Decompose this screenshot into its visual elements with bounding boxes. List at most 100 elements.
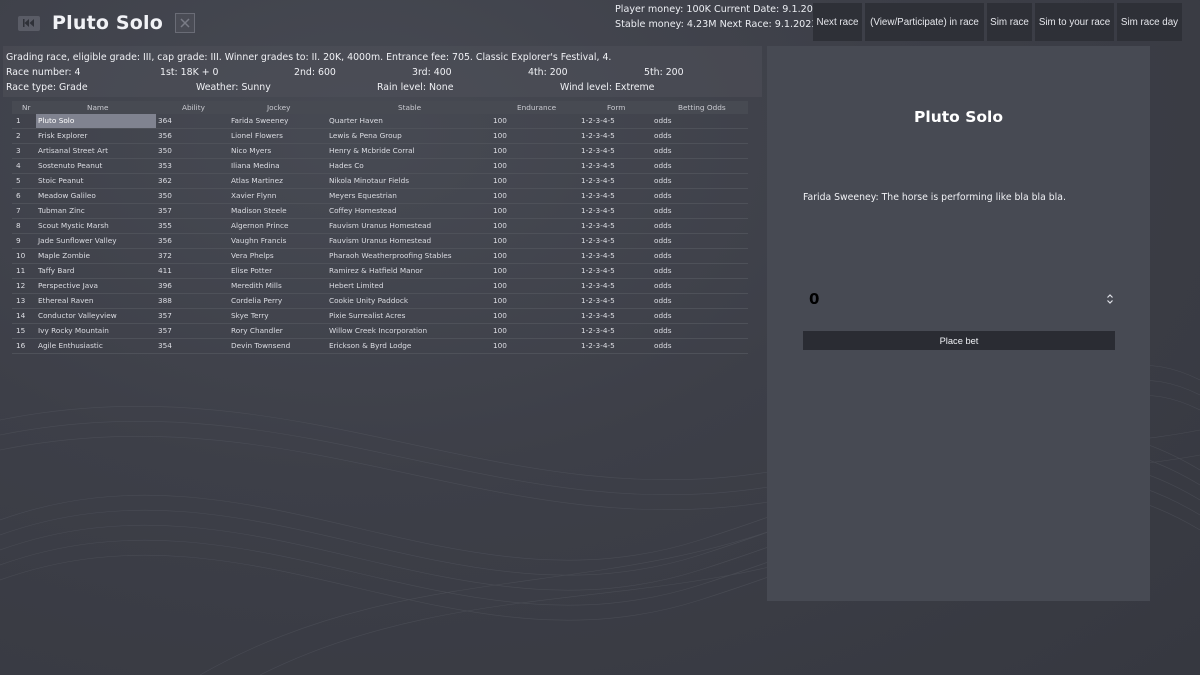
cell-endurance: 100	[493, 146, 507, 155]
cell-ability: 396	[158, 281, 172, 290]
rewind-icon	[23, 19, 34, 27]
cell-betting-odds: odds	[654, 206, 672, 215]
table-row[interactable]: 6 Meadow Galileo 350 Xavier Flynn Meyers Equ…	[12, 189, 748, 204]
cell-jockey: Xavier Flynn	[231, 191, 277, 200]
col-header-nr: Nr	[22, 103, 31, 112]
cell-betting-odds: odds	[654, 266, 672, 275]
sim-race-day-button[interactable]: Sim race day	[1117, 3, 1182, 41]
cell-jockey: Iliana Medina	[231, 161, 280, 170]
col-header-form: Form	[607, 103, 626, 112]
cell-ability: 356	[158, 131, 172, 140]
cell-stable: Pixie Surrealist Acres	[329, 311, 406, 320]
cell-jockey: Skye Terry	[231, 311, 269, 320]
bet-amount-input[interactable]: 0	[809, 290, 819, 308]
cell-jockey: Lionel Flowers	[231, 131, 283, 140]
table-row[interactable]: 14 Conductor Valleyview 357 Skye Terry Pixie…	[12, 309, 748, 324]
table-row[interactable]: 3 Artisanal Street Art 350 Nico Myers Henry …	[12, 144, 748, 159]
close-icon	[180, 18, 190, 28]
cell-stable: Nikola Minotaur Fields	[329, 176, 410, 185]
cell-jockey: Algernon Prince	[231, 221, 289, 230]
cell-endurance: 100	[493, 251, 507, 260]
table-row[interactable]: 11 Taffy Bard 411 Elise Potter Ramirez & Hat…	[12, 264, 748, 279]
table-row[interactable]: 2 Frisk Explorer 356 Lionel Flowers Lewis & …	[12, 129, 748, 144]
cell-ability: 350	[158, 191, 172, 200]
cell-betting-odds: odds	[654, 221, 672, 230]
cell-stable: Fauvism Uranus Homestead	[329, 236, 432, 245]
cell-form: 1-2-3-4-5	[581, 251, 615, 260]
table-row[interactable]: 12 Perspective Java 396 Meredith Mills Heber…	[12, 279, 748, 294]
cell-jockey: Rory Chandler	[231, 326, 283, 335]
cell-ability: 350	[158, 146, 172, 155]
cell-form: 1-2-3-4-5	[581, 131, 615, 140]
table-row[interactable]: 13 Ethereal Raven 388 Cordelia Perry Cookie …	[12, 294, 748, 309]
cell-endurance: 100	[493, 161, 507, 170]
back-button[interactable]	[18, 15, 40, 31]
race-description: Grading race, eligible grade: III, cap g…	[6, 52, 612, 63]
cell-nr: 3	[16, 146, 21, 155]
col-header-jockey: Jockey	[267, 103, 291, 112]
cell-ability: 356	[158, 236, 172, 245]
table-row[interactable]: 9 Jade Sunflower Valley 356 Vaughn Francis F…	[12, 234, 748, 249]
place-bet-button[interactable]: Place bet	[803, 331, 1115, 350]
cell-ability: 357	[158, 206, 172, 215]
table-row[interactable]: 15 Ivy Rocky Mountain 357 Rory Chandler Will…	[12, 324, 748, 339]
sim-race-button[interactable]: Sim race	[987, 3, 1032, 41]
cell-endurance: 100	[493, 236, 507, 245]
cell-stable: Lewis & Pena Group	[329, 131, 402, 140]
cell-stable: Ramirez & Hatfield Manor	[329, 266, 423, 275]
cell-endurance: 100	[493, 341, 507, 350]
next-race-button[interactable]: Next race	[813, 3, 862, 41]
rain-level: Rain level: None	[377, 82, 454, 93]
cell-stable: Quarter Haven	[329, 116, 383, 125]
col-header-endurance: Endurance	[517, 103, 557, 112]
cell-betting-odds: odds	[654, 191, 672, 200]
cell-form: 1-2-3-4-5	[581, 311, 615, 320]
prize-fourth: 4th: 200	[528, 67, 568, 78]
cell-name: Taffy Bard	[38, 266, 75, 275]
table-row[interactable]: 16 Agile Enthusiastic 354 Devin Townsend Eri…	[12, 339, 748, 354]
prize-second: 2nd: 600	[294, 67, 336, 78]
cell-name: Pluto Solo	[36, 114, 156, 128]
view-participate-button[interactable]: (View/Participate) in race	[865, 3, 984, 41]
cell-nr: 5	[16, 176, 21, 185]
table-row[interactable]: 7 Tubman Zinc 357 Madison Steele Coffey Home…	[12, 204, 748, 219]
cell-name: Stoic Peanut	[38, 176, 84, 185]
cell-name: Perspective Java	[38, 281, 98, 290]
table-row[interactable]: 4 Sostenuto Peanut 353 Iliana Medina Hades C…	[12, 159, 748, 174]
cell-nr: 13	[16, 296, 26, 305]
cell-jockey: Atlas Martinez	[231, 176, 283, 185]
cell-name: Conductor Valleyview	[38, 311, 117, 320]
cell-ability: 357	[158, 311, 172, 320]
cell-endurance: 100	[493, 221, 507, 230]
cell-stable: Pharaoh Weatherproofing Stables	[329, 251, 452, 260]
cell-form: 1-2-3-4-5	[581, 341, 615, 350]
cell-nr: 7	[16, 206, 21, 215]
cell-ability: 353	[158, 161, 172, 170]
table-row[interactable]: 1 Pluto Solo 364 Farida Sweeney Quarter Have…	[12, 114, 748, 129]
cell-jockey: Madison Steele	[231, 206, 287, 215]
cell-jockey: Cordelia Perry	[231, 296, 283, 305]
cell-nr: 2	[16, 131, 21, 140]
table-row[interactable]: 8 Scout Mystic Marsh 355 Algernon Prince Fau…	[12, 219, 748, 234]
cell-name: Tubman Zinc	[38, 206, 85, 215]
close-button[interactable]	[175, 13, 196, 33]
table-row[interactable]: 10 Maple Zombie 372 Vera Phelps Pharaoh Weat…	[12, 249, 748, 264]
cell-stable: Coffey Homestead	[329, 206, 397, 215]
cell-form: 1-2-3-4-5	[581, 116, 615, 125]
cell-nr: 11	[16, 266, 26, 275]
cell-jockey: Elise Potter	[231, 266, 273, 275]
table-row[interactable]: 5 Stoic Peanut 362 Atlas Martinez Nikola Min…	[12, 174, 748, 189]
chevron-up-down-icon[interactable]	[1105, 292, 1115, 306]
cell-betting-odds: odds	[654, 176, 672, 185]
cell-endurance: 100	[493, 131, 507, 140]
race-number: Race number: 4	[6, 67, 81, 78]
sim-to-your-race-button[interactable]: Sim to your race	[1035, 3, 1114, 41]
cell-form: 1-2-3-4-5	[581, 296, 615, 305]
cell-nr: 8	[16, 221, 21, 230]
cell-ability: 355	[158, 221, 172, 230]
cell-betting-odds: odds	[654, 296, 672, 305]
cell-endurance: 100	[493, 191, 507, 200]
cell-form: 1-2-3-4-5	[581, 206, 615, 215]
cell-jockey: Farida Sweeney	[231, 116, 289, 125]
cell-ability: 372	[158, 251, 172, 260]
